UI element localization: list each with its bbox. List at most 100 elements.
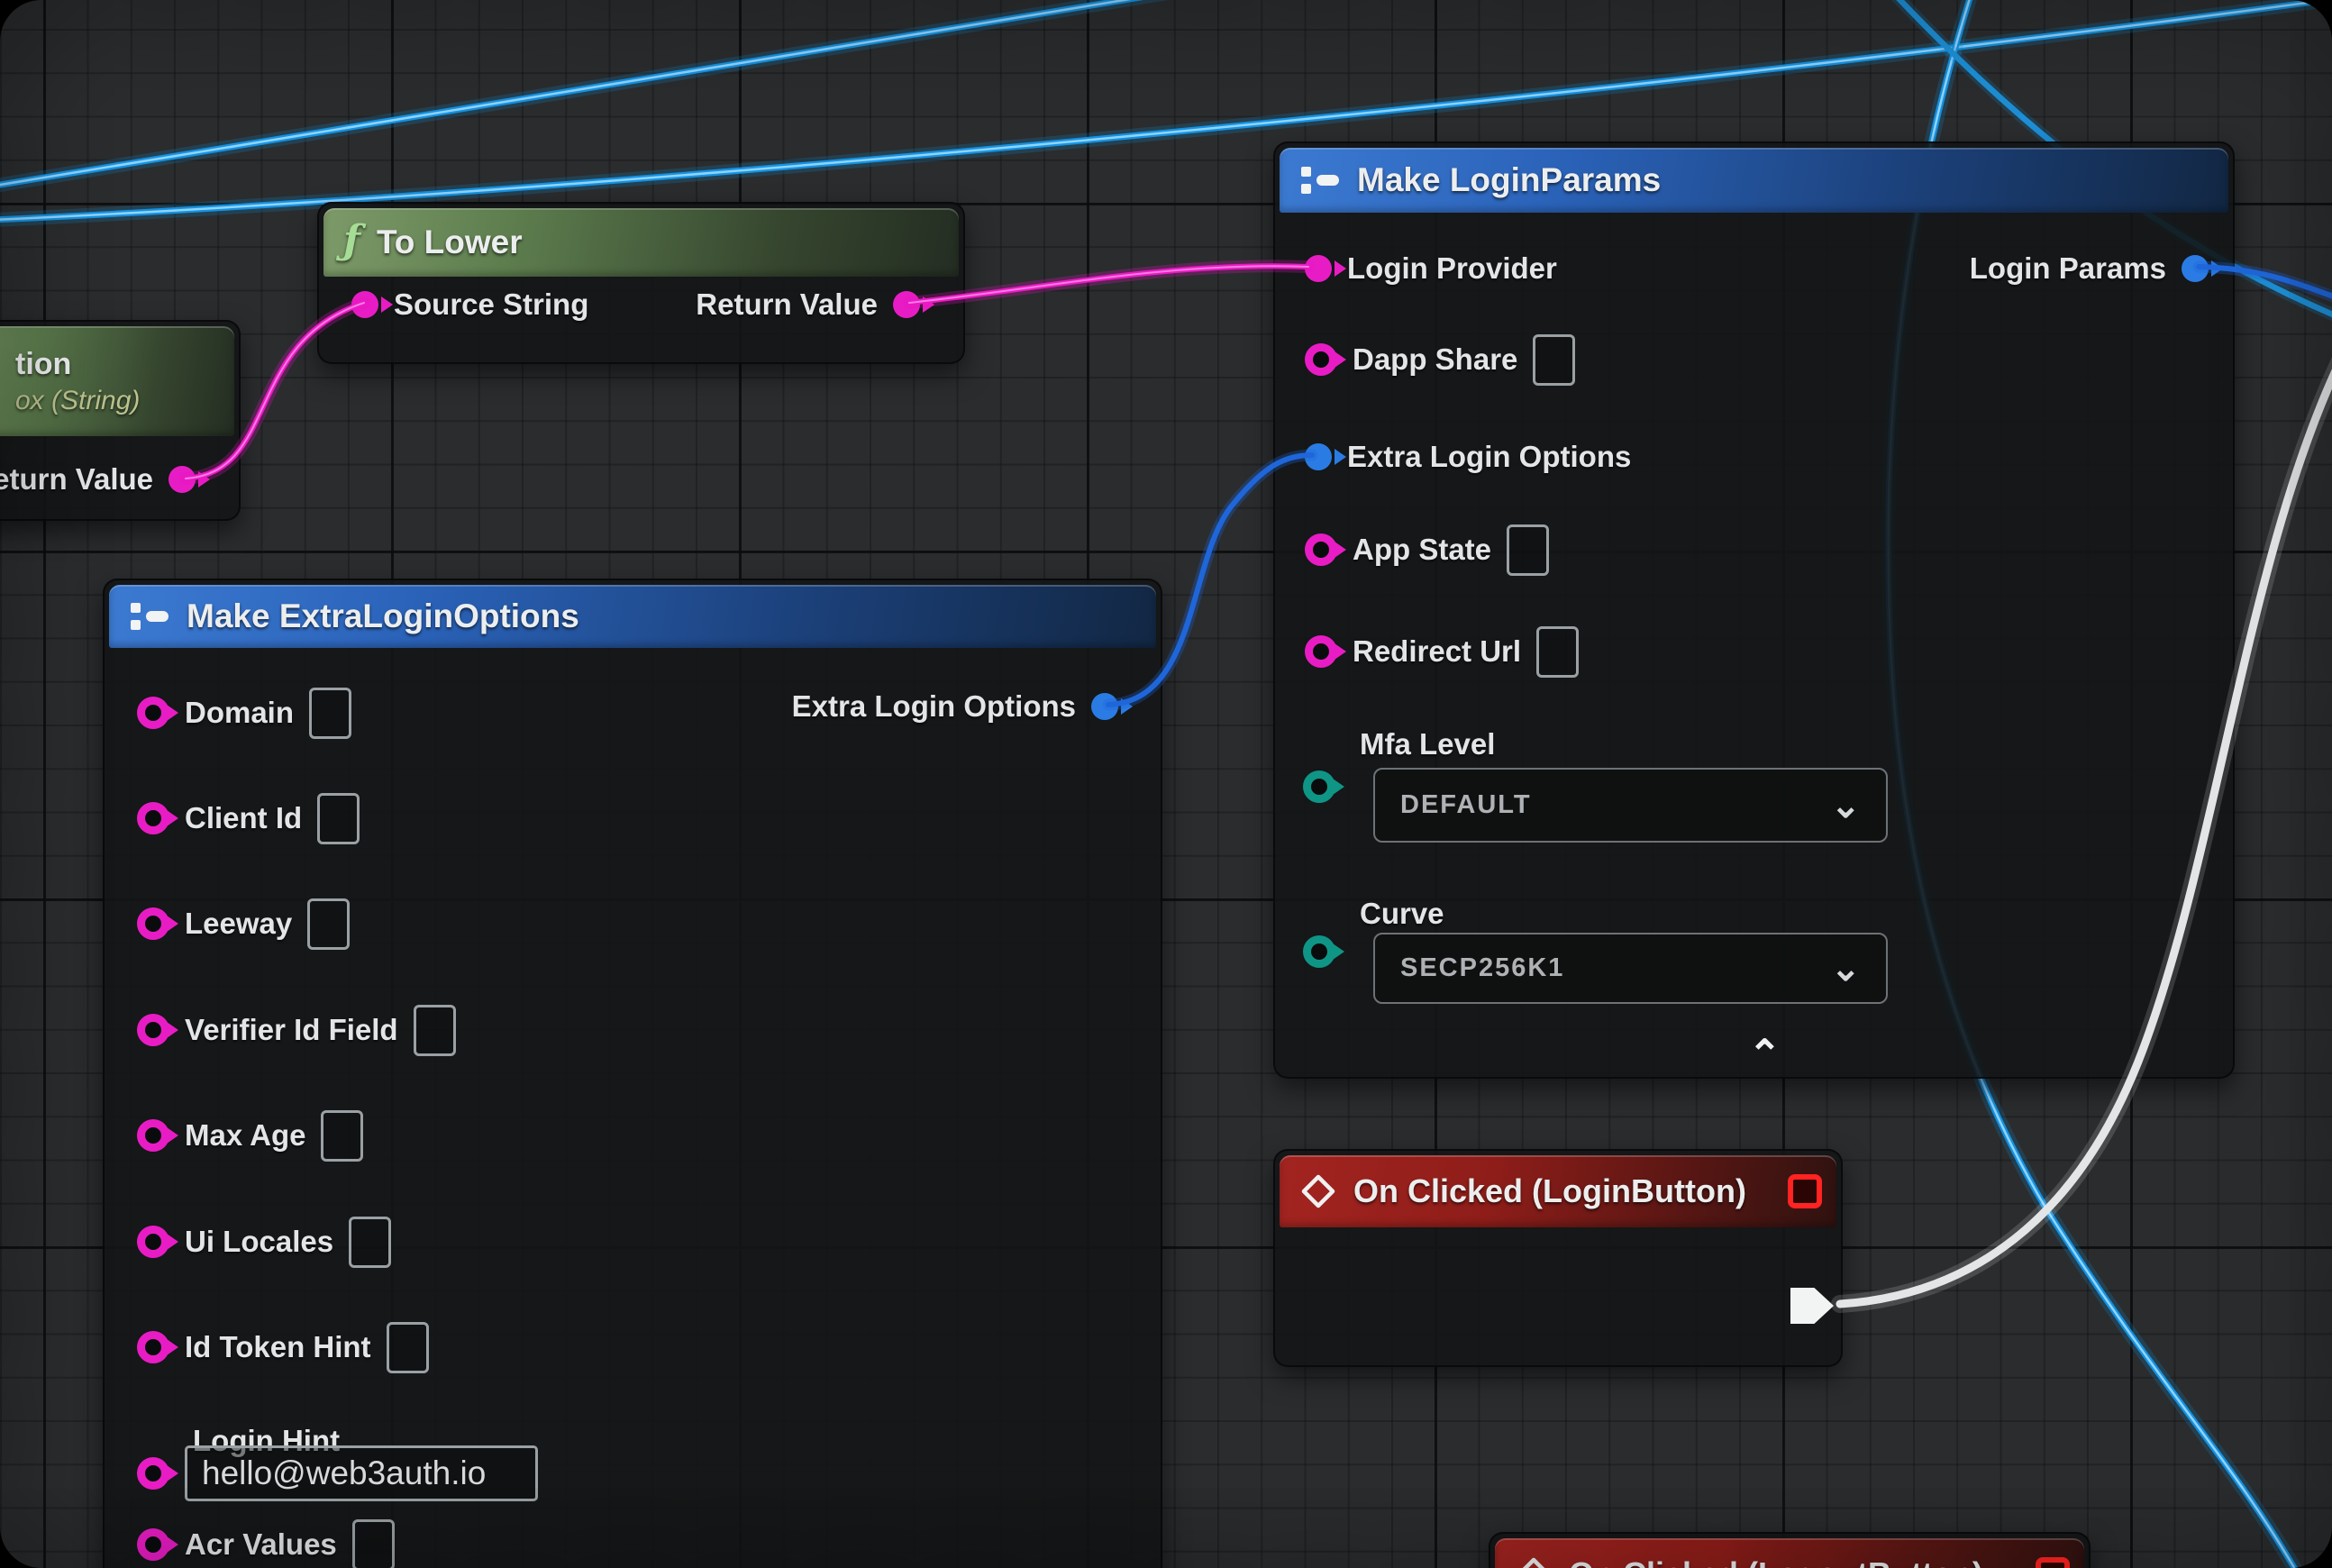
node-on-clicked-login-button-header[interactable]: On Clicked (LoginButton) [1280, 1155, 1836, 1227]
pin-label: Id Token Hint [185, 1330, 371, 1364]
pin-label: Client Id [185, 801, 302, 835]
node-make-extra-login-options-header[interactable]: Make ExtraLoginOptions [109, 585, 1156, 648]
value-box-ui-locales[interactable] [349, 1217, 391, 1268]
pin-row-verifier-id-field: Verifier Id Field [137, 1001, 456, 1059]
node-make-extra-login-options[interactable]: Make ExtraLoginOptions Extra Login Optio… [103, 579, 1162, 1568]
value-box-max-age[interactable] [321, 1110, 363, 1162]
output-pin-return-value[interactable] [169, 466, 196, 493]
output-pin-extra-login-options[interactable] [1091, 693, 1118, 720]
value-box-acr-values[interactable] [352, 1519, 395, 1568]
pin-row-id-token-hint: Id Token Hint [137, 1318, 429, 1376]
pin-row-dapp-share: Dapp Share [1305, 331, 1575, 388]
value-box-dapp-share[interactable] [1533, 334, 1575, 386]
value-box-domain[interactable] [309, 688, 351, 739]
node-subtitle-fragment: ox (String) [15, 386, 140, 416]
event-diamond-icon [1515, 1555, 1553, 1568]
node-on-clicked-logout-button-header[interactable]: On Clicked (LogoutButton) [1495, 1538, 2084, 1568]
mfa-level-dropdown[interactable]: DEFAULT ⌄ [1373, 768, 1888, 843]
collapse-node-chevron[interactable]: ⌃ [1748, 1035, 1781, 1075]
node-truncated-green[interactable]: tion ox (String) eturn Value [0, 320, 241, 521]
node-title: To Lower [377, 223, 523, 261]
curve-dropdown[interactable]: SECP256K1 ⌄ [1373, 933, 1888, 1004]
input-pin-id-token-hint[interactable] [137, 1331, 169, 1363]
pin-label: Ui Locales [185, 1225, 333, 1259]
input-pin-login-hint[interactable] [137, 1457, 169, 1490]
mfa-level-label: Mfa Level [1360, 727, 1495, 761]
pin-row-acr-values: Acr Values [137, 1516, 395, 1568]
input-pin-login-provider[interactable] [1305, 255, 1332, 282]
pin-row-login-hint: hello@web3auth.io [137, 1445, 538, 1502]
delegate-pin-icon[interactable] [1788, 1174, 1822, 1208]
make-struct-icon [129, 599, 170, 634]
input-pin-leeway[interactable] [137, 907, 169, 940]
pin-label: Dapp Share [1353, 342, 1517, 377]
pin-label: eturn Value [0, 462, 153, 497]
node-title-fragment: tion [15, 347, 71, 382]
pin-label: Redirect Url [1353, 634, 1521, 669]
pin-label: App State [1353, 533, 1491, 567]
value-box-id-token-hint[interactable] [387, 1322, 429, 1373]
input-pin-mfa-level[interactable] [1303, 770, 1335, 803]
pin-row-redirect-url: Redirect Url [1305, 623, 1579, 680]
input-pin-app-state[interactable] [1305, 533, 1337, 566]
input-pin-ui-locales[interactable] [137, 1226, 169, 1258]
pin-label: Login Params [1970, 251, 2166, 286]
pin-label: Acr Values [185, 1527, 337, 1562]
pin-row-client-id: Client Id [137, 789, 360, 847]
node-to-lower[interactable]: ƒ To Lower Source String Return Value [317, 202, 965, 364]
node-on-clicked-logout-button[interactable]: On Clicked (LogoutButton) [1489, 1532, 2091, 1568]
blueprint-graph-canvas[interactable]: tion ox (String) eturn Value ƒ To Lower … [0, 0, 2332, 1568]
output-pin-login-params[interactable] [2182, 255, 2209, 282]
value-box-app-state[interactable] [1507, 524, 1549, 576]
input-pin-client-id[interactable] [137, 802, 169, 834]
pin-row-extra-login-options-out: Extra Login Options [645, 678, 1118, 735]
input-pin-curve[interactable] [1303, 935, 1335, 968]
login-hint-input[interactable]: hello@web3auth.io [185, 1445, 538, 1501]
output-pin-return-value[interactable] [893, 291, 920, 318]
curve-label: Curve [1360, 897, 1444, 931]
mfa-level-value: DEFAULT [1400, 790, 1532, 820]
node-truncated-green-header[interactable]: tion ox (String) [0, 326, 234, 436]
pin-row-leeway: Leeway [137, 895, 350, 953]
pin-label: Leeway [185, 907, 292, 941]
input-pin-redirect-url[interactable] [1305, 635, 1337, 668]
pin-label: Extra Login Options [792, 689, 1076, 724]
delegate-pin-icon[interactable] [2036, 1557, 2070, 1568]
input-pin-domain[interactable] [137, 697, 169, 729]
node-make-login-params-header[interactable]: Make LoginParams [1280, 148, 2228, 213]
pin-label: Return Value [696, 287, 878, 322]
pin-label: Max Age [185, 1118, 305, 1153]
pin-label: Domain [185, 696, 294, 730]
input-pin-verifier-id-field[interactable] [137, 1014, 169, 1046]
pin-label: Source String [394, 287, 588, 322]
wire-return-value-to-login-provider[interactable] [909, 266, 1308, 303]
input-pin-dapp-share[interactable] [1305, 343, 1337, 376]
value-box-leeway[interactable] [307, 898, 350, 950]
exec-output-pin[interactable] [1790, 1288, 1834, 1324]
pin-row-max-age: Max Age [137, 1107, 363, 1164]
event-diamond-icon [1299, 1172, 1337, 1210]
node-title: On Clicked (LogoutButton) [1569, 1555, 1983, 1568]
value-box-verifier-id-field[interactable] [414, 1005, 456, 1056]
node-title: Make LoginParams [1357, 161, 1661, 199]
node-make-login-params[interactable]: Make LoginParams Login Params Login Prov… [1273, 141, 2235, 1079]
node-to-lower-header[interactable]: ƒ To Lower [323, 208, 959, 277]
pin-row-ui-locales: Ui Locales [137, 1213, 391, 1271]
value-box-redirect-url[interactable] [1536, 626, 1579, 678]
pin-row-login-params-out: Login Params [1816, 240, 2209, 297]
wire-blue-crossing-a[interactable] [0, 0, 1289, 189]
pin-label: Extra Login Options [1347, 440, 1631, 474]
node-on-clicked-login-button[interactable]: On Clicked (LoginButton) [1273, 1149, 1843, 1367]
node-title: Make ExtraLoginOptions [187, 597, 579, 635]
pin-label: Login Provider [1347, 251, 1557, 286]
pin-label: Verifier Id Field [185, 1013, 398, 1047]
input-pin-max-age[interactable] [137, 1119, 169, 1152]
pin-row-source-string: Source String [351, 276, 588, 333]
input-pin-acr-values[interactable] [137, 1528, 169, 1561]
pin-row-app-state: App State [1305, 521, 1549, 579]
input-pin-extra-login-options[interactable] [1305, 443, 1332, 470]
value-box-client-id[interactable] [317, 793, 360, 844]
input-pin-source-string[interactable] [351, 291, 378, 318]
pin-row-extra-login-options-in: Extra Login Options [1305, 428, 1631, 486]
blueprint-editor: tion ox (String) eturn Value ƒ To Lower … [0, 0, 2332, 1568]
